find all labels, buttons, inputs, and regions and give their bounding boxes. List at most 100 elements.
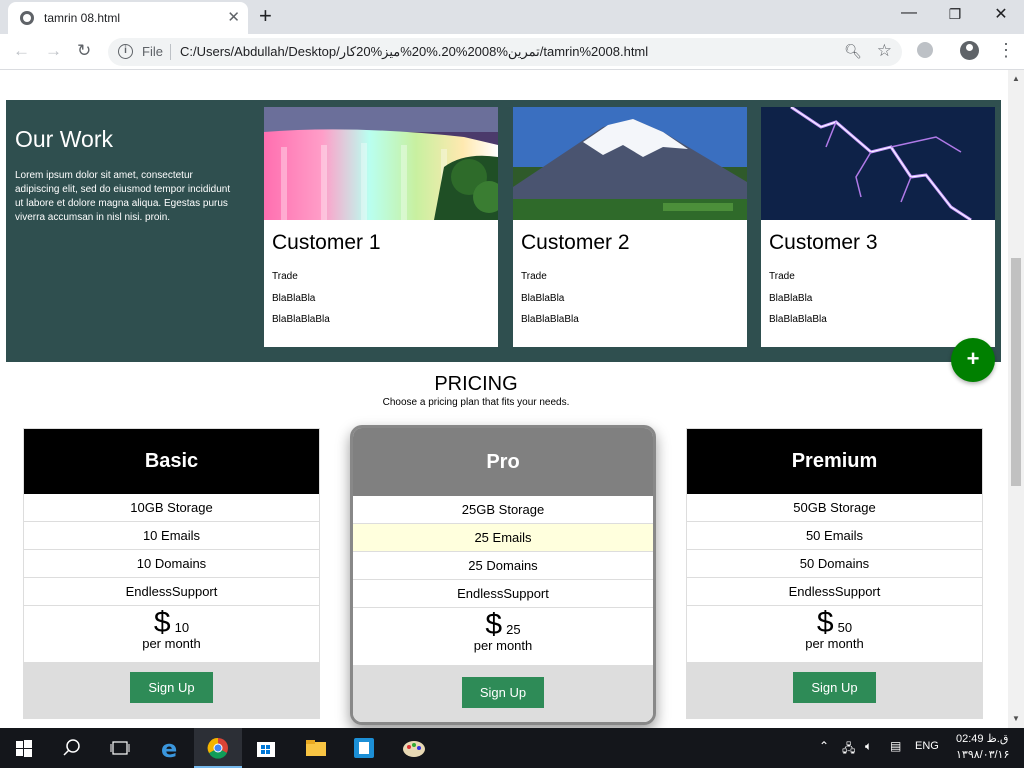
plan-header: Pro (353, 428, 653, 496)
domains-amount: 25 (468, 558, 483, 573)
browser-tab[interactable]: tamrin 08.html ✕ (8, 2, 248, 34)
menu-dots-icon[interactable]: ⋮ (997, 40, 1015, 61)
plan-basic: Basic 10GB Storage 10 Emails 10 Domains … (23, 428, 320, 719)
plan-price: $50 per month (687, 606, 982, 663)
emails-label: Emails (824, 528, 864, 543)
plan-price: $25 per month (353, 608, 653, 666)
support-label: Support (171, 584, 218, 599)
domains-label: Domains (817, 556, 870, 571)
store-icon[interactable] (242, 728, 290, 768)
price-amount: 10 (174, 620, 190, 635)
emails-label: Emails (161, 528, 201, 543)
network-icon[interactable]: 🖧︎ (842, 739, 855, 760)
clock-time[interactable]: 02:49 ق.ظ (956, 732, 1008, 745)
scheme-label: File (142, 44, 163, 59)
browser-toolbar: ← → ↻ i File C:/Users/Abdullah/Desktop/ت… (0, 34, 1024, 70)
plan-emails: 50 Emails (687, 522, 982, 550)
emails-label: Emails (492, 530, 532, 545)
storage-amount: 25GB (461, 502, 496, 517)
clock-date[interactable]: ۱۳۹۸/۰۳/۱۶ (956, 748, 1009, 761)
customer-trade: Trade (272, 271, 298, 282)
paint-icon[interactable] (390, 728, 438, 768)
zoom-icon[interactable]: 🔍︎ (844, 43, 862, 60)
windows-taskbar: e ⌃ 🖧︎ 🔈︎ ▤ ENG 02:49 ق.ظ ۱۳۹۸/۰۳/۱۶ (0, 728, 1024, 768)
notification-icon[interactable]: ▤ (890, 739, 901, 753)
globe-icon (20, 11, 34, 25)
extension-globe-icon[interactable] (917, 42, 933, 58)
url-text[interactable]: C:/Users/Abdullah/Desktop/تمرین%2008%20.… (180, 44, 648, 60)
plan-emails: 25 Emails (353, 524, 653, 552)
new-tab-icon[interactable]: + (259, 3, 272, 29)
storage-label: Storage (167, 500, 213, 515)
chevron-up-icon[interactable]: ⌃ (819, 739, 829, 753)
edge-icon[interactable]: e (146, 728, 194, 768)
language-indicator[interactable]: ENG (915, 740, 939, 752)
scroll-down-icon[interactable]: ▼ (1012, 714, 1020, 723)
customer-name: Customer 1 (272, 231, 381, 254)
emails-amount: 10 (142, 528, 158, 543)
customer-line: BlaBlaBla (521, 293, 565, 304)
plan-price: $10 per month (24, 606, 319, 663)
support-amount: Endless (125, 584, 172, 599)
price-period: per month (473, 638, 533, 653)
customer-card-2[interactable]: Customer 2 Trade BlaBlaBla BlaBlaBlaBla (513, 107, 747, 347)
plan-domains: 25 Domains (353, 552, 653, 580)
mountain-image (513, 107, 747, 220)
scroll-up-icon[interactable]: ▲ (1012, 74, 1020, 83)
domains-label: Domains (154, 556, 207, 571)
plan-storage: 10GB Storage (24, 494, 319, 522)
search-icon[interactable] (48, 728, 96, 768)
signup-button[interactable]: Sign Up (130, 672, 213, 703)
file-explorer-icon[interactable] (292, 728, 340, 768)
plan-domains: 10 Domains (24, 550, 319, 578)
windows-start-icon[interactable] (0, 728, 48, 768)
page-scrollbar[interactable]: ▲ ▼ (1008, 70, 1024, 728)
volume-icon[interactable]: 🔈︎ (865, 739, 872, 754)
our-work-title: Our Work (15, 126, 113, 152)
customer-name: Customer 3 (769, 231, 878, 254)
price-amount: 50 (837, 620, 853, 635)
customer-name: Customer 2 (521, 231, 630, 254)
domains-label: Domains (486, 558, 538, 573)
bookmark-star-icon[interactable]: ☆ (877, 41, 892, 61)
page-viewport: Our Work Lorem ipsum dolor sit amet, con… (0, 70, 1008, 728)
maximize-icon[interactable]: ❐ (932, 6, 978, 23)
forward-icon[interactable]: → (45, 41, 62, 61)
browser-titlebar: tamrin 08.html ✕ + — ❐ ✕ (0, 0, 1024, 34)
app-icon[interactable] (340, 728, 388, 768)
back-icon[interactable]: ← (13, 41, 30, 61)
plan-header: Basic (24, 429, 319, 494)
plan-header: Premium (687, 429, 982, 494)
chrome-icon[interactable] (194, 728, 242, 768)
currency-symbol: $ (816, 606, 834, 639)
signup-button[interactable]: Sign Up (793, 672, 876, 703)
storage-amount: 10GB (130, 500, 164, 515)
price-period: per month (805, 636, 864, 651)
address-bar[interactable]: i File C:/Users/Abdullah/Desktop/تمرین%2… (108, 38, 902, 66)
customer-card-1[interactable]: Customer 1 Trade BlaBlaBla BlaBlaBlaBla (264, 107, 498, 347)
task-view-icon[interactable] (96, 728, 144, 768)
minimize-icon[interactable]: — (886, 4, 932, 22)
emails-amount: 25 (474, 530, 489, 545)
price-amount: 25 (506, 622, 521, 637)
scrollbar-thumb[interactable] (1011, 258, 1021, 486)
customer-trade: Trade (769, 271, 795, 282)
signup-button[interactable]: Sign Up (461, 677, 545, 708)
currency-symbol: $ (485, 608, 503, 641)
add-fab-button[interactable]: + (951, 338, 995, 382)
plan-premium: Premium 50GB Storage 50 Emails 50 Domain… (686, 428, 983, 719)
storage-label: Storage (498, 502, 545, 517)
window-close-icon[interactable]: ✕ (978, 4, 1024, 24)
storage-label: Storage (830, 500, 876, 515)
customer-line: BlaBlaBlaBla (272, 314, 330, 325)
close-icon[interactable]: ✕ (227, 8, 240, 26)
reload-icon[interactable]: ↻ (77, 41, 91, 61)
price-period: per month (142, 636, 201, 651)
info-icon[interactable]: i (118, 44, 133, 59)
plan-emails: 10 Emails (24, 522, 319, 550)
profile-icon[interactable] (960, 41, 979, 60)
plan-storage: 25GB Storage (353, 496, 653, 524)
customer-card-3[interactable]: Customer 3 Trade BlaBlaBla BlaBlaBlaBla (761, 107, 995, 347)
emails-amount: 50 (805, 528, 821, 543)
waterfall-image (264, 107, 498, 220)
